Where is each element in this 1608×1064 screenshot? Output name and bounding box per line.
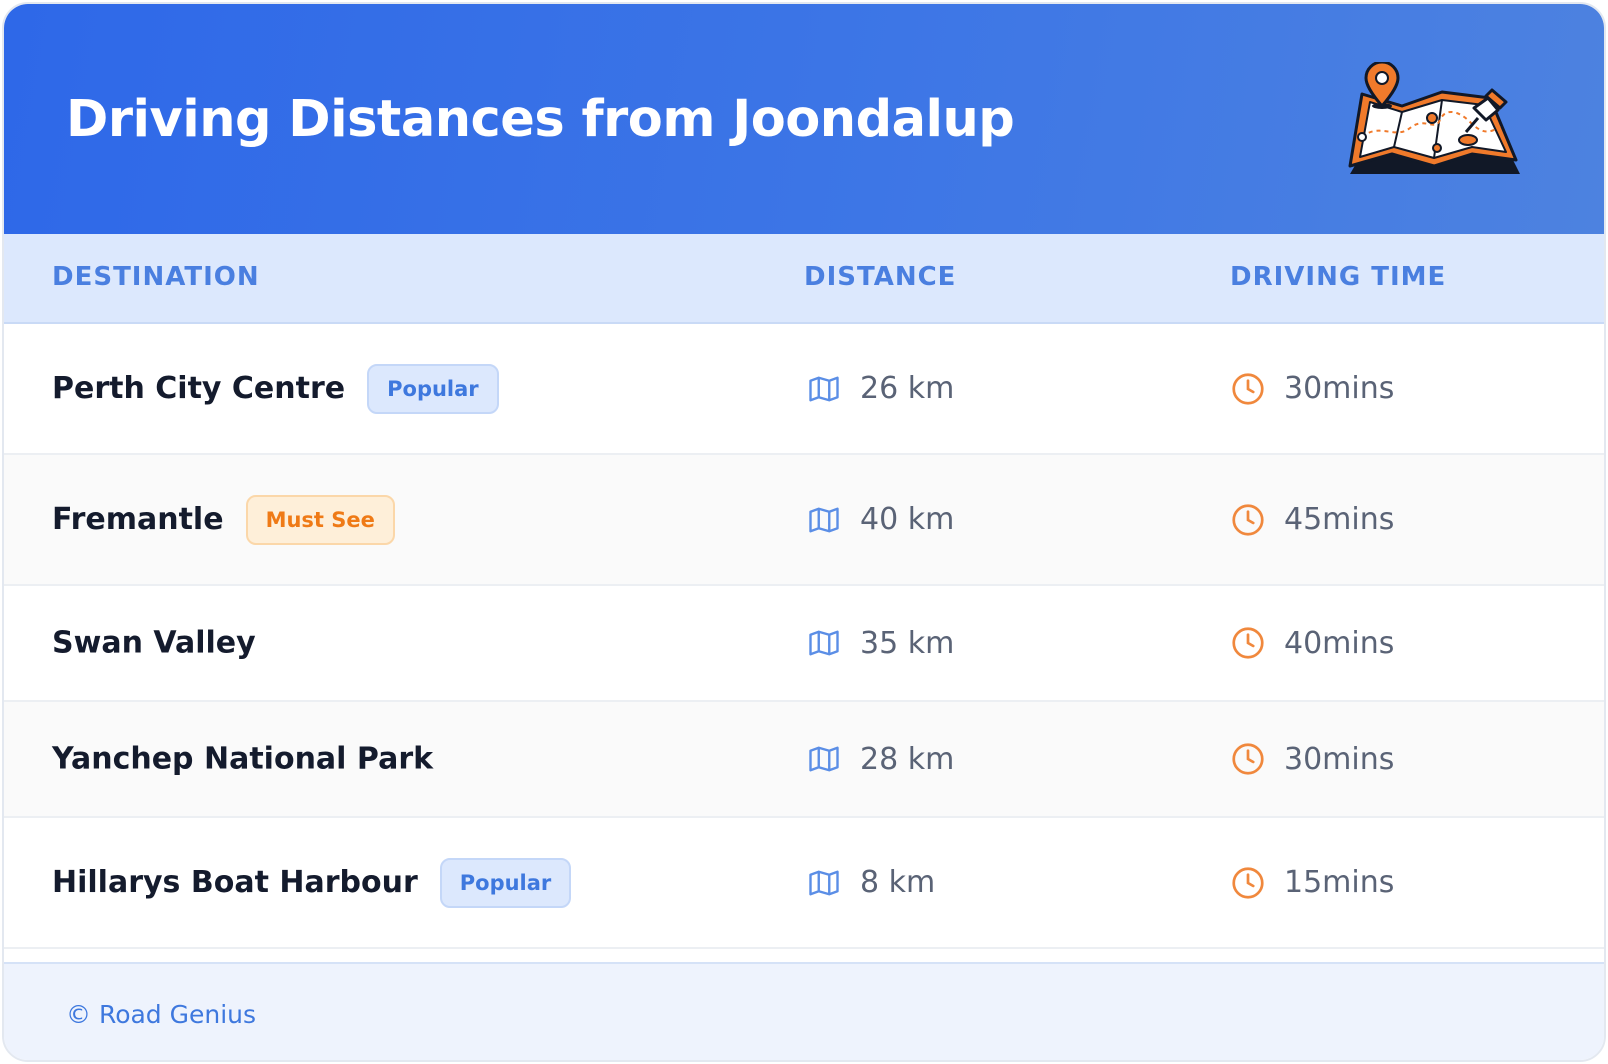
distance-value: 28 km: [860, 741, 955, 777]
map-icon: [809, 507, 839, 532]
distance-card: Driving Distances from Joondalup DESTINA…: [2, 2, 1606, 1062]
time-cell: 30mins: [1230, 371, 1394, 407]
column-header-distance: DISTANCE: [804, 262, 957, 292]
page-title: Driving Distances from Joondalup: [66, 90, 1015, 149]
table-header: DESTINATION DISTANCE DRIVING TIME: [4, 234, 1604, 324]
time-cell: 15mins: [1230, 865, 1394, 901]
clock-icon: [1232, 503, 1264, 536]
card-footer: © Road Genius: [4, 962, 1604, 1060]
distance-value: 8 km: [860, 865, 936, 900]
time-value: 30mins: [1284, 741, 1395, 777]
destination-name: Fremantle: [52, 502, 224, 537]
table-row: Swan Valley 35 km 40mins: [4, 586, 1604, 702]
destination-name: Perth City Centre: [52, 371, 346, 406]
distance-value: 26 km: [860, 371, 955, 406]
map-icon: [809, 630, 839, 656]
destination-cell: Yanchep National Park: [52, 742, 433, 777]
time-cell: 30mins: [1230, 741, 1394, 777]
column-header-driving-time: DRIVING TIME: [1230, 262, 1447, 292]
clock-icon: [1232, 372, 1264, 405]
column-header-destination: DESTINATION: [52, 262, 260, 292]
clock-icon: [1232, 743, 1264, 775]
popular-badge: Popular: [367, 363, 499, 414]
time-value: 45mins: [1284, 502, 1395, 537]
distance-value: 35 km: [860, 625, 955, 661]
time-cell: 40mins: [1230, 625, 1394, 661]
table-row: Hillarys Boat Harbour Popular 8 km 15min…: [4, 818, 1604, 949]
destination-cell: Perth City Centre Popular: [52, 363, 499, 414]
table-row: Yanchep National Park 28 km 30mins: [4, 702, 1604, 818]
map-icon: [809, 870, 839, 895]
popular-badge: Popular: [439, 857, 572, 908]
treasure-map-icon: [1348, 62, 1520, 174]
table-row: Fremantle Must See 40 km 45mins: [4, 455, 1604, 586]
destination-cell: Swan Valley: [52, 626, 256, 661]
copyright-text: © Road Genius: [66, 1000, 257, 1029]
distance-cell: 35 km: [806, 625, 954, 661]
distance-cell: 8 km: [806, 865, 935, 901]
distance-cell: 40 km: [806, 502, 954, 538]
clock-icon: [1232, 627, 1264, 659]
distance-value: 40 km: [860, 502, 955, 537]
clock-icon: [1232, 866, 1264, 899]
destination-cell: Hillarys Boat Harbour Popular: [52, 857, 572, 908]
destination-cell: Fremantle Must See: [52, 494, 395, 545]
destination-name: Yanchep National Park: [52, 741, 434, 777]
table-row: Perth City Centre Popular 26 km 30mins: [4, 324, 1604, 455]
time-cell: 45mins: [1230, 502, 1394, 538]
must-see-badge: Must See: [245, 494, 395, 545]
distance-cell: 26 km: [806, 371, 954, 407]
time-value: 15mins: [1284, 865, 1395, 900]
time-value: 30mins: [1284, 371, 1395, 406]
card-header: Driving Distances from Joondalup: [4, 4, 1604, 234]
distance-cell: 28 km: [806, 741, 954, 777]
time-value: 40mins: [1284, 625, 1395, 661]
map-icon: [809, 746, 839, 772]
map-icon: [809, 376, 839, 401]
destination-name: Hillarys Boat Harbour: [52, 865, 418, 900]
destination-name: Swan Valley: [52, 625, 256, 661]
